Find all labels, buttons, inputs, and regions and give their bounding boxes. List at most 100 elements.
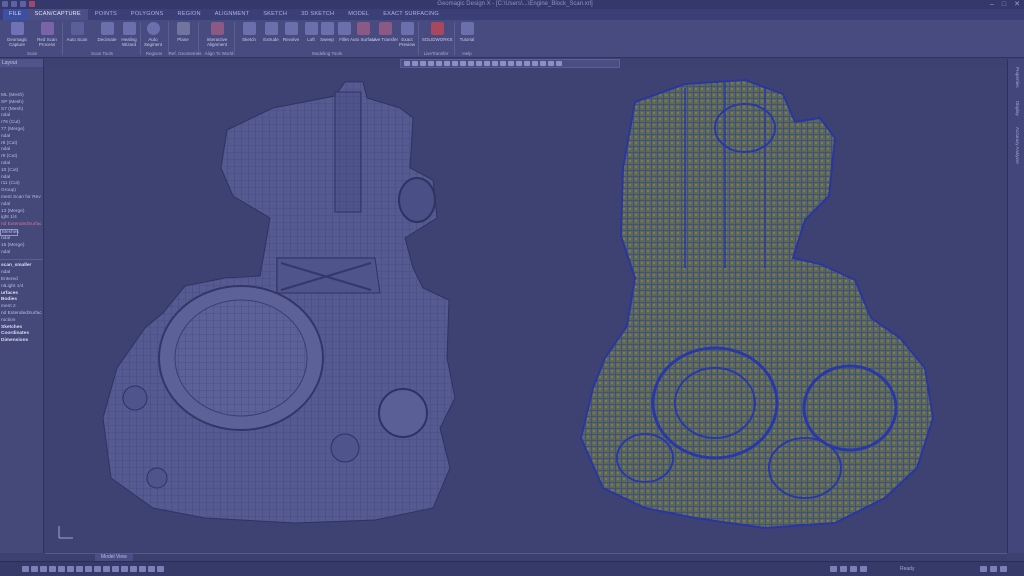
- status-icon[interactable]: [860, 566, 867, 572]
- tree-item[interactable]: ndal: [0, 202, 43, 209]
- view-icon[interactable]: [492, 61, 498, 66]
- view-icon[interactable]: [460, 61, 466, 66]
- select-mode-icon[interactable]: [67, 566, 74, 572]
- tab-sketch[interactable]: SKETCH: [256, 9, 294, 20]
- tree-item[interactable]: r9 (Cut): [0, 154, 43, 161]
- solidworks-button[interactable]: SOLIDWORKS: [422, 22, 453, 42]
- view-icon[interactable]: [516, 61, 522, 66]
- select-mode-icon[interactable]: [148, 566, 155, 572]
- tab-model[interactable]: MODEL: [341, 9, 376, 20]
- tree-item[interactable]: Meshes: [0, 228, 19, 236]
- auto-scan-button[interactable]: Auto Scan: [64, 22, 90, 42]
- view-icon[interactable]: [412, 61, 418, 66]
- status-icon[interactable]: [990, 566, 997, 572]
- select-mode-icon[interactable]: [112, 566, 119, 572]
- exact-preview-button[interactable]: Exact Preview: [394, 22, 420, 47]
- view-icon[interactable]: [508, 61, 514, 66]
- tab-properties[interactable]: Properties: [1012, 67, 1020, 88]
- tree-item[interactable]: SP (Mesh): [0, 100, 43, 107]
- select-mode-icon[interactable]: [22, 566, 29, 572]
- select-mode-icon[interactable]: [31, 566, 38, 572]
- open-file-icon[interactable]: [20, 1, 26, 7]
- tab-alignment[interactable]: ALIGNMENT: [208, 9, 256, 20]
- select-mode-icon[interactable]: [139, 566, 146, 572]
- geomagic-capture-button[interactable]: Geomagic Capture: [4, 22, 30, 47]
- view-icon[interactable]: [484, 61, 490, 66]
- status-icon[interactable]: [1000, 566, 1007, 572]
- healing-wizard-button[interactable]: Healing Wizard: [116, 22, 142, 47]
- tree-item[interactable]: 10 (Cut): [0, 168, 43, 175]
- viewport-canvas[interactable]: [45, 68, 1007, 553]
- app-logo-icon[interactable]: [2, 1, 8, 7]
- view-icon[interactable]: [436, 61, 442, 66]
- minimize-button[interactable]: –: [990, 0, 994, 9]
- new-file-icon[interactable]: [11, 1, 17, 7]
- interactive-alignment-button[interactable]: Interactive Alignment: [204, 22, 230, 47]
- view-icon[interactable]: [524, 61, 530, 66]
- tree-item[interactable]: Group): [0, 188, 43, 195]
- select-mode-icon[interactable]: [40, 566, 47, 572]
- status-icon[interactable]: [840, 566, 847, 572]
- view-icon[interactable]: [532, 61, 538, 66]
- tree-item[interactable]: ment 2: [0, 304, 43, 311]
- tree-item[interactable]: ndal: [0, 250, 43, 257]
- tree-item[interactable]: Dimensions: [0, 338, 43, 345]
- status-icon[interactable]: [850, 566, 857, 572]
- select-mode-icon[interactable]: [94, 566, 101, 572]
- tree-item[interactable]: ndal: [0, 270, 43, 277]
- status-icon[interactable]: [830, 566, 837, 572]
- select-mode-icon[interactable]: [85, 566, 92, 572]
- tree-item[interactable]: 77 (Merge): [0, 127, 43, 134]
- plane-button[interactable]: Plane: [170, 22, 196, 42]
- view-icon[interactable]: [452, 61, 458, 66]
- tree-item[interactable]: ment Scan for Rev: [0, 195, 43, 202]
- tree-item[interactable]: ndal: [0, 236, 43, 243]
- tab-3d-sketch[interactable]: 3D SKETCH: [294, 9, 341, 20]
- view-icon[interactable]: [500, 61, 506, 66]
- status-icon[interactable]: [980, 566, 987, 572]
- view-icon[interactable]: [548, 61, 554, 66]
- model-viewport[interactable]: [45, 68, 1007, 553]
- tree-item[interactable]: Entered: [0, 277, 43, 284]
- model-view-tab[interactable]: Model View: [95, 554, 133, 561]
- tab-accuracy-analyzer[interactable]: Accuracy Analyzer: [1012, 127, 1020, 164]
- select-mode-icon[interactable]: [130, 566, 137, 572]
- view-icon[interactable]: [428, 61, 434, 66]
- tree-item[interactable]: ruction: [0, 318, 43, 325]
- select-mode-icon[interactable]: [58, 566, 65, 572]
- tab-display[interactable]: Display: [1012, 101, 1020, 116]
- select-mode-icon[interactable]: [157, 566, 164, 572]
- polygon-mesh-model[interactable]: [102, 81, 456, 524]
- view-icon[interactable]: [556, 61, 562, 66]
- select-mode-icon[interactable]: [103, 566, 110, 572]
- select-mode-icon[interactable]: [121, 566, 128, 572]
- view-icon[interactable]: [476, 61, 482, 66]
- nurbs-surface-model[interactable]: [579, 78, 935, 530]
- auto-segment-button[interactable]: Auto Segment: [140, 22, 166, 47]
- tree-item[interactable]: nd ExtendedSurfac: [0, 222, 43, 229]
- view-icon[interactable]: [420, 61, 426, 66]
- tree-item[interactable]: ML (Mesh): [0, 93, 43, 100]
- view-icon[interactable]: [444, 61, 450, 66]
- tab-file[interactable]: FILE: [3, 9, 28, 20]
- tree-item[interactable]: ndal: [0, 134, 43, 141]
- select-mode-icon[interactable]: [76, 566, 83, 572]
- tree-item[interactable]: r76 (Cut): [0, 120, 43, 127]
- tree-item[interactable]: ndal: [0, 161, 43, 168]
- tree-item[interactable]: nd ExtendedSurfac: [0, 311, 43, 318]
- tab-polygons[interactable]: POLYGONS: [124, 9, 171, 20]
- tab-scan-capture[interactable]: SCAN/CAPTURE: [27, 9, 88, 20]
- red-scan-process-button[interactable]: Red Scan Process: [34, 22, 60, 47]
- save-icon[interactable]: [29, 1, 35, 7]
- tab-exact-surfacing[interactable]: EXACT SURFACING: [376, 9, 446, 20]
- tutorial-button[interactable]: Tutorial: [454, 22, 480, 42]
- tree-item[interactable]: 15 (Merge): [0, 243, 43, 250]
- tree-item[interactable]: ntLight 1/4: [0, 284, 43, 291]
- view-icon[interactable]: [404, 61, 410, 66]
- view-icon[interactable]: [540, 61, 546, 66]
- view-icon[interactable]: [468, 61, 474, 66]
- close-button[interactable]: ✕: [1014, 0, 1020, 9]
- tab-points[interactable]: POINTS: [88, 9, 124, 20]
- select-mode-icon[interactable]: [49, 566, 56, 572]
- tab-region[interactable]: REGION: [170, 9, 207, 20]
